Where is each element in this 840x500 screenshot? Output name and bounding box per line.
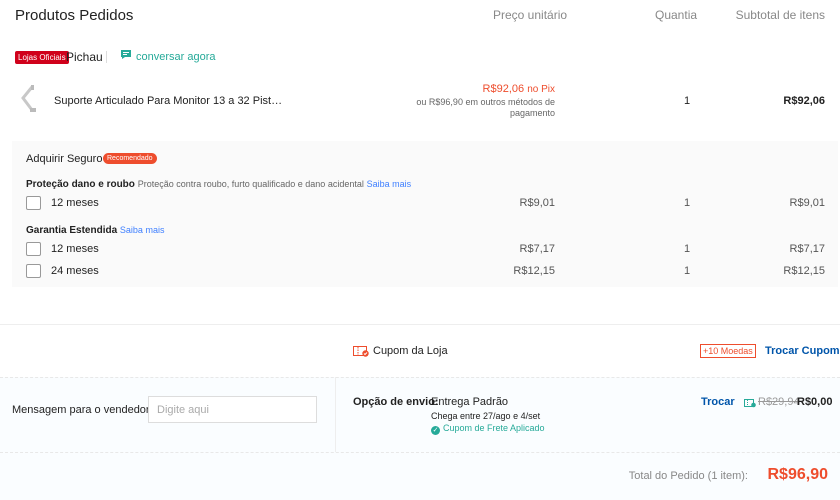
insurance-title: Adquirir Seguro bbox=[26, 153, 103, 165]
option-qty: 1 bbox=[684, 265, 691, 277]
option-qty: 1 bbox=[684, 243, 691, 255]
option-subtotal: R$7,17 bbox=[789, 243, 825, 255]
check-circle-icon: ✓ bbox=[431, 426, 440, 435]
col-header-unit-price: Preço unitário bbox=[493, 8, 568, 22]
insurance-group-desc: Proteção contra roubo, furto qualificado… bbox=[137, 179, 364, 189]
shipping-ticket-icon bbox=[744, 399, 756, 408]
coupon-ticket-icon bbox=[353, 346, 369, 357]
shipping-new-price: R$0,00 bbox=[797, 396, 833, 408]
change-shipping-button[interactable]: Trocar bbox=[701, 396, 735, 408]
checkbox-theft-12m[interactable] bbox=[26, 196, 41, 210]
order-total-value: R$96,90 bbox=[767, 466, 829, 483]
change-coupon-button[interactable]: Trocar Cupom bbox=[765, 345, 840, 357]
option-label: 12 meses bbox=[51, 243, 99, 255]
option-price: R$7,17 bbox=[519, 243, 555, 255]
shipping-old-price: R$29,94 bbox=[758, 396, 800, 408]
official-store-badge: Lojas Oficiais bbox=[15, 51, 69, 64]
divider bbox=[106, 51, 107, 63]
col-header-qty: Quantia bbox=[655, 8, 698, 22]
insurance-group-name: Proteção dano e roubo bbox=[26, 179, 135, 190]
product-name[interactable]: Suporte Articulado Para Monitor 13 a 32 … bbox=[54, 95, 284, 107]
option-label: 12 meses bbox=[51, 197, 99, 209]
seller-message-input[interactable] bbox=[148, 396, 317, 423]
divider bbox=[0, 324, 840, 325]
divider bbox=[335, 377, 336, 452]
option-label: 24 meses bbox=[51, 265, 99, 277]
message-label: Mensagem para o vendedor: bbox=[12, 404, 153, 416]
pix-label: no Pix bbox=[527, 84, 555, 95]
option-subtotal: R$12,15 bbox=[783, 265, 825, 277]
option-price: R$9,01 bbox=[519, 197, 555, 209]
chat-now-link[interactable]: conversar agora bbox=[136, 51, 216, 63]
price-pix-value: R$92,06 bbox=[482, 83, 525, 95]
product-subtotal: R$92,06 bbox=[783, 95, 825, 107]
col-header-subtotal: Subtotal de itens bbox=[735, 8, 825, 22]
free-shipping-text: Cupom de Frete Aplicado bbox=[443, 423, 545, 433]
chat-icon[interactable] bbox=[120, 49, 132, 60]
recommended-badge: Recomendado bbox=[103, 153, 157, 164]
shipping-option-label: Opção de envio: bbox=[353, 396, 439, 408]
shop-name[interactable]: Pichau bbox=[66, 50, 103, 64]
learn-more-link[interactable]: Saiba mais bbox=[367, 179, 412, 189]
product-price-other: ou R$96,90 em outros métodos de pagament… bbox=[416, 97, 555, 118]
checkbox-warranty-24m[interactable] bbox=[26, 264, 41, 278]
coins-badge: +10 Moedas bbox=[700, 344, 756, 358]
insurance-group-theft: Proteção dano e roubo Proteção contra ro… bbox=[26, 179, 411, 190]
product-thumbnail[interactable] bbox=[18, 84, 40, 116]
section-title: Produtos Pedidos bbox=[15, 7, 134, 24]
insurance-group-name: Garantia Estendida bbox=[26, 225, 118, 236]
learn-more-link[interactable]: Saiba mais bbox=[120, 225, 165, 235]
product-qty: 1 bbox=[684, 95, 691, 107]
option-qty: 1 bbox=[684, 197, 691, 209]
order-total-label: Total do Pedido (1 item): bbox=[628, 470, 748, 482]
shipping-method: Entrega Padrão bbox=[431, 396, 509, 408]
option-price: R$12,15 bbox=[513, 265, 555, 277]
shipping-eta: Chega entre 27/ago e 4/set bbox=[431, 411, 541, 421]
insurance-group-warranty: Garantia Estendida Saiba mais bbox=[26, 225, 164, 236]
product-price-pix: R$92,06 no Pix bbox=[483, 83, 555, 95]
option-subtotal: R$9,01 bbox=[789, 197, 825, 209]
free-shipping-coupon: ✓ Cupom de Frete Aplicado bbox=[431, 423, 545, 435]
checkbox-warranty-12m[interactable] bbox=[26, 242, 41, 256]
store-coupon-label: Cupom da Loja bbox=[373, 345, 448, 357]
